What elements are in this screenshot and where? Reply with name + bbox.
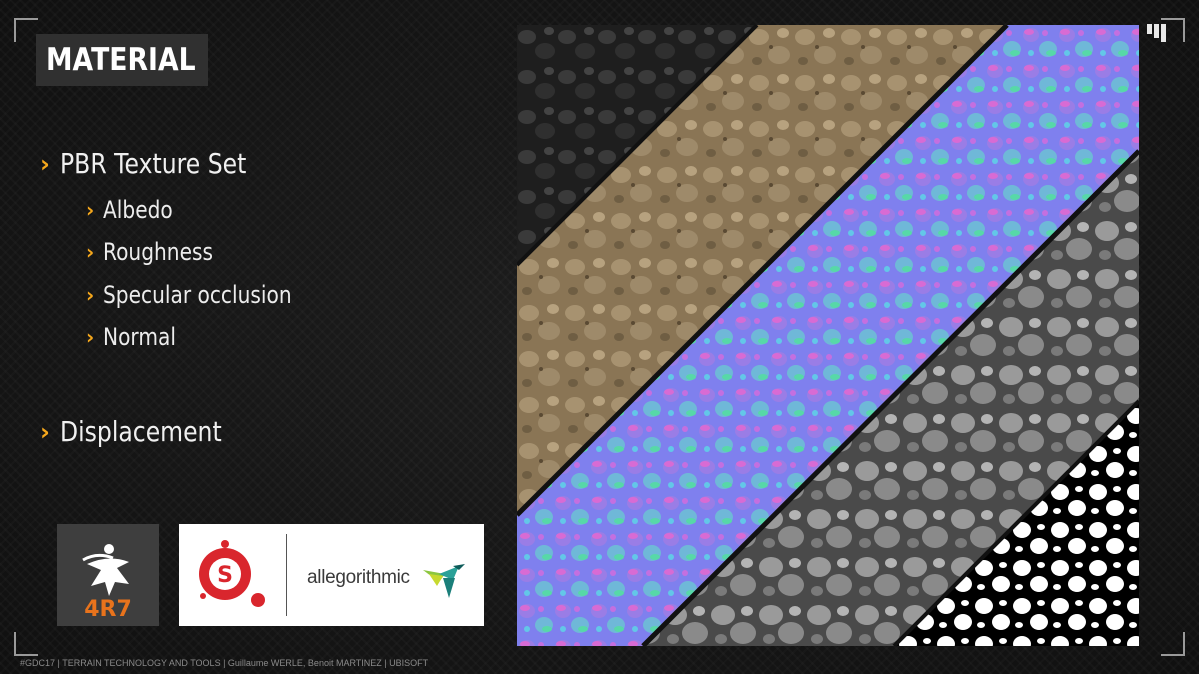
bullet-label: Displacement bbox=[59, 415, 222, 448]
chevron-right-icon: › bbox=[86, 325, 95, 349]
corner-frame-bottom-left bbox=[14, 632, 38, 656]
zbrush-figure-icon: 4R7 bbox=[82, 544, 132, 622]
bullet-normal: › Normal bbox=[86, 323, 190, 351]
corner-frame-top-left bbox=[14, 18, 38, 42]
bullet-albedo: › Albedo bbox=[86, 196, 186, 224]
bullet-label: PBR Texture Set bbox=[59, 147, 247, 180]
chevron-right-icon: › bbox=[86, 198, 95, 222]
bullet-roughness: › Roughness bbox=[86, 238, 234, 266]
logo-divider bbox=[286, 534, 287, 616]
bullet-specular-occlusion: › Specular occlusion bbox=[86, 281, 328, 309]
bullet-displacement: › Displacement bbox=[40, 415, 252, 448]
ubisoft-mark-icon bbox=[1147, 24, 1166, 42]
svg-text:S: S bbox=[217, 563, 233, 588]
chevron-right-icon: › bbox=[40, 149, 50, 178]
bullet-pbr-texture-set: › PBR Texture Set bbox=[40, 147, 282, 180]
chevron-right-icon: › bbox=[86, 283, 95, 307]
allegorithmic-logo-panel: S allegorithmic bbox=[179, 524, 484, 626]
zbrush-logo: 4R7 bbox=[57, 524, 159, 626]
corner-frame-bottom-right bbox=[1161, 632, 1185, 656]
footer-credits: #GDC17 | TERRAIN TECHNOLOGY AND TOOLS | … bbox=[20, 658, 429, 668]
bullet-label: Albedo bbox=[103, 196, 173, 224]
bullet-label: Specular occlusion bbox=[103, 281, 292, 309]
zbrush-version: 4R7 bbox=[84, 597, 132, 622]
slide-title: MATERIAL bbox=[46, 42, 196, 78]
bullet-label: Roughness bbox=[103, 238, 214, 266]
allegorithmic-wordmark: allegorithmic bbox=[307, 567, 410, 588]
pbr-texture-panel bbox=[517, 25, 1139, 646]
slide-title-box: MATERIAL bbox=[36, 34, 208, 86]
hummingbird-icon bbox=[423, 564, 465, 598]
bullet-label: Normal bbox=[103, 323, 177, 351]
chevron-right-icon: › bbox=[40, 417, 50, 446]
substance-logo-icon: S bbox=[199, 540, 265, 607]
chevron-right-icon: › bbox=[86, 240, 95, 264]
